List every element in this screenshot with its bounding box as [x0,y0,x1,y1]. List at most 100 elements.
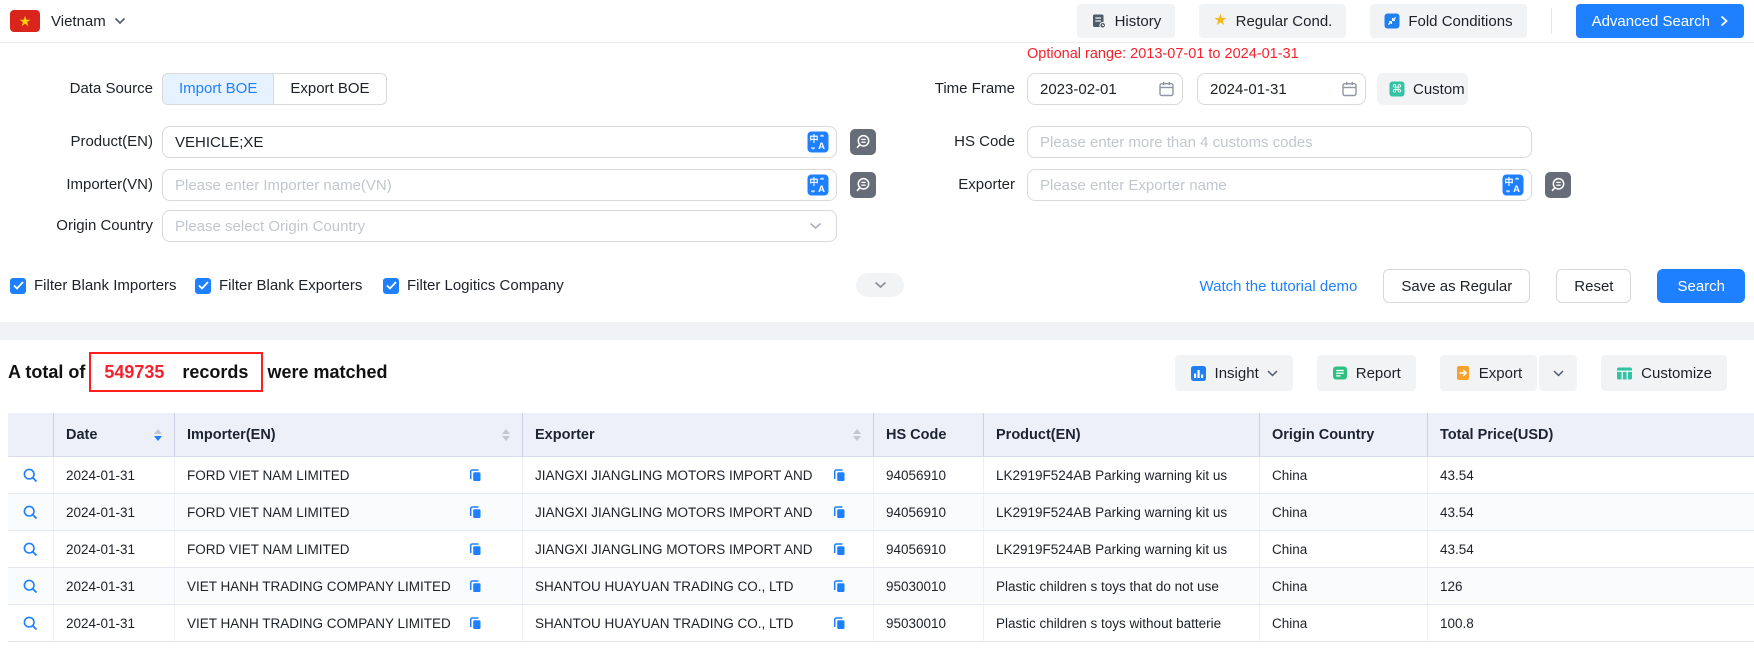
cell-total-price: 43.54 [1427,531,1754,567]
history-button[interactable]: History [1077,4,1176,38]
copy-icon[interactable] [468,468,483,483]
row-detail-search-icon[interactable] [22,467,39,484]
cell-detail [8,531,53,567]
translate-icon[interactable]: 中A [807,131,829,153]
copy-icon[interactable] [468,542,483,557]
export-boe-tab[interactable]: Export BOE [273,74,385,104]
calendar-icon [1341,81,1358,98]
summary-prefix: A total of [8,362,85,383]
cell-detail [8,457,53,493]
row-detail-search-icon[interactable] [22,615,39,632]
custom-time-button[interactable]: ⌘ Custom [1377,73,1468,105]
copy-icon[interactable] [468,505,483,520]
cell-detail [8,605,53,641]
filter-blank-importers-checkbox[interactable]: Filter Blank Importers [10,277,177,294]
copy-icon[interactable] [832,468,847,483]
regular-cond-button[interactable]: ★ Regular Cond. [1199,4,1346,38]
sort-icons[interactable] [154,429,162,441]
hs-code-input[interactable]: Please enter more than 4 customs codes [1027,126,1532,158]
topbar-actions: History ★ Regular Cond. Fold Conditions … [1077,4,1744,38]
cell-importer: FORD VIET NAM LIMITED [174,457,522,493]
copy-icon[interactable] [832,579,847,594]
date-to-input[interactable]: 2024-01-31 [1197,73,1366,105]
cell-product: LK2919F524AB Parking warning kit us [983,457,1259,493]
chevron-down-icon[interactable] [114,17,126,25]
table-row: 2024-01-31 VIET HANH TRADING COMPANY LIM… [8,568,1754,605]
chevron-down-icon [1267,370,1278,377]
export-button[interactable]: Export [1440,355,1537,391]
cell-hs-code: 94056910 [873,531,983,567]
copy-icon[interactable] [832,505,847,520]
origin-country-select[interactable]: Please select Origin Country [162,210,837,242]
import-boe-tab[interactable]: Import BOE [163,74,273,104]
customize-table-icon [1616,365,1633,382]
translate-icon[interactable]: 中A [1502,174,1524,196]
table-row: 2024-01-31 FORD VIET NAM LIMITED JIANGXI… [8,531,1754,568]
copy-icon[interactable] [468,579,483,594]
customize-button[interactable]: Customize [1601,355,1727,391]
records-word: records [182,362,248,383]
cell-date: 2024-01-31 [53,457,174,493]
search-button[interactable]: Search [1657,269,1745,303]
svg-text:A: A [818,184,825,195]
row-detail-search-icon[interactable] [22,578,39,595]
header-hs-code: HS Code [873,413,983,456]
save-as-regular-button[interactable]: Save as Regular [1383,269,1530,303]
cell-total-price: 43.54 [1427,494,1754,530]
translate-icon[interactable]: 中A [807,174,829,196]
topbar-divider [1551,8,1552,34]
cell-importer: VIET HANH TRADING COMPANY LIMITED [174,605,522,641]
reset-button[interactable]: Reset [1556,269,1631,303]
importer-label: Importer(VN) [0,169,153,201]
cell-date: 2024-01-31 [53,605,174,641]
copy-icon[interactable] [468,616,483,631]
insight-button[interactable]: Insight [1175,355,1293,391]
vietnam-flag-icon: ★ [10,10,40,32]
cell-date: 2024-01-31 [53,568,174,604]
checkbox-icon [10,278,26,294]
copy-icon[interactable] [832,616,847,631]
tutorial-demo-link[interactable]: Watch the tutorial demo [1200,278,1358,295]
cell-origin-country: China [1259,494,1427,530]
filter-blank-exporters-checkbox[interactable]: Filter Blank Exporters [195,277,362,294]
report-icon [1332,365,1348,381]
country-selector[interactable]: Vietnam [51,13,106,30]
cell-hs-code: 94056910 [873,494,983,530]
header-origin-country: Origin Country [1259,413,1427,456]
row-detail-search-icon[interactable] [22,541,39,558]
cell-origin-country: China [1259,605,1427,641]
exporter-exact-match-icon[interactable] [1545,172,1571,198]
importer-input[interactable]: Please enter Importer name(VN) 中A [162,169,837,201]
header-date[interactable]: Date [53,413,174,456]
results-table: Date Importer(EN) Exporter HS Code Produ… [8,413,1754,642]
sort-icons[interactable] [502,429,510,441]
cell-importer: FORD VIET NAM LIMITED [174,494,522,530]
product-input[interactable]: VEHICLE;XE 中A [162,126,837,158]
row-detail-search-icon[interactable] [22,504,39,521]
summary-suffix: were matched [267,362,387,383]
history-icon [1091,13,1107,29]
cell-detail [8,494,53,530]
date-from-input[interactable]: 2023-02-01 [1027,73,1183,105]
advanced-search-button[interactable]: Advanced Search [1576,4,1744,38]
header-importer[interactable]: Importer(EN) [174,413,522,456]
export-options-button[interactable] [1539,355,1577,391]
command-icon: ⌘ [1389,81,1405,97]
results-toolbar: Insight Report Export Customize [1175,355,1727,391]
svg-text:A: A [1513,184,1520,195]
exporter-input[interactable]: Please enter Exporter name 中A [1027,169,1532,201]
checkbox-icon [383,278,399,294]
svg-text:A: A [818,141,825,152]
calendar-icon [1158,81,1175,98]
results-summary: A total of 549735 records were matched [8,352,388,392]
report-button[interactable]: Report [1317,355,1416,391]
sort-icons[interactable] [853,429,861,441]
copy-icon[interactable] [832,542,847,557]
cell-hs-code: 94056910 [873,457,983,493]
collapse-form-button[interactable] [856,273,904,297]
header-exporter[interactable]: Exporter [522,413,873,456]
filter-logitics-company-checkbox[interactable]: Filter Logitics Company [383,277,564,294]
cell-date: 2024-01-31 [53,494,174,530]
select-chevron-icon [809,222,822,230]
fold-conditions-button[interactable]: Fold Conditions [1370,4,1526,38]
